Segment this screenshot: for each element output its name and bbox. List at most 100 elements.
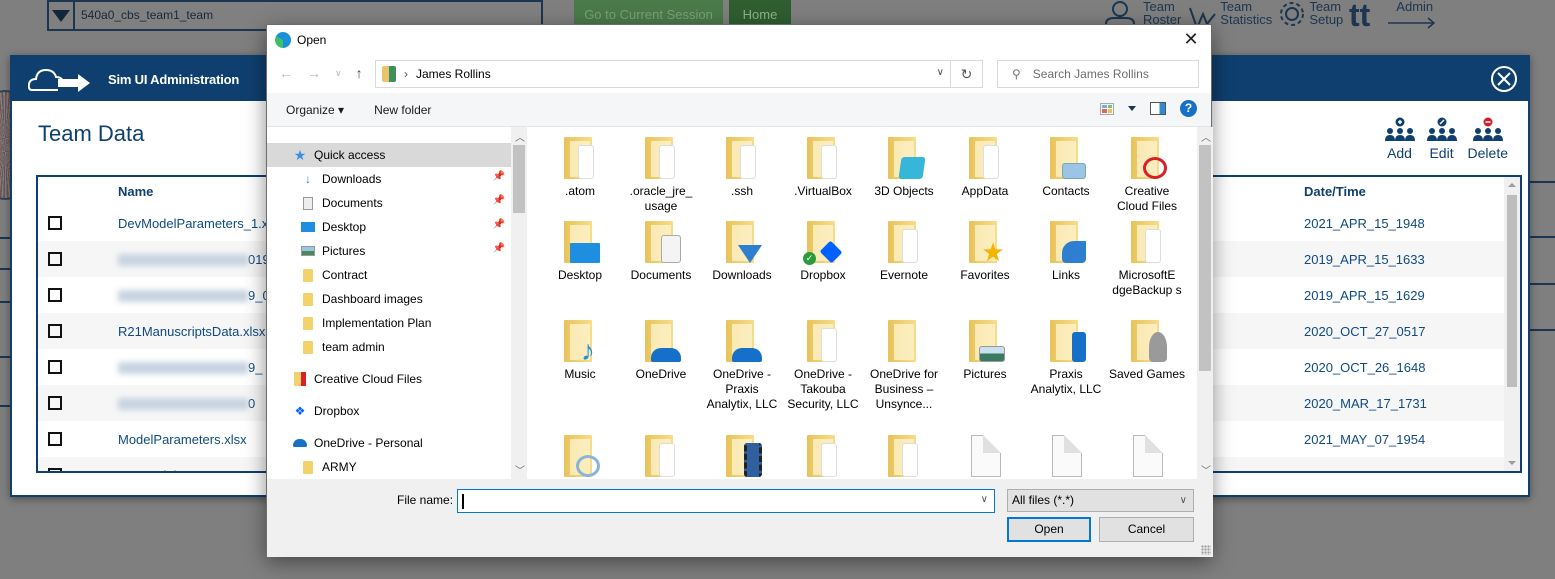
nav-pane-item[interactable]: Desktop 📌 bbox=[267, 215, 511, 239]
view-options-dropdown-icon[interactable] bbox=[1128, 106, 1136, 111]
nav-pane-label: Desktop bbox=[322, 220, 367, 234]
folder-item[interactable] bbox=[865, 435, 943, 477]
folder-item[interactable]: .VirtualBox bbox=[784, 137, 862, 199]
nav-pane-item[interactable]: Implementation Plan bbox=[267, 311, 511, 335]
nav-pane-label: Dropbox bbox=[314, 404, 360, 418]
row-checkbox[interactable] bbox=[48, 288, 62, 302]
folder-item[interactable]: Evernote bbox=[865, 221, 943, 283]
folder-item[interactable]: ♪ Music bbox=[541, 320, 619, 382]
nav-label: Statistics bbox=[1220, 12, 1273, 27]
nav-pane-item[interactable]: Documents 📌 bbox=[267, 191, 511, 215]
row-date: 2019_APR_15_1633 bbox=[1304, 251, 1425, 267]
file-item[interactable] bbox=[1108, 435, 1186, 477]
row-checkbox[interactable] bbox=[48, 468, 62, 471]
folder-item[interactable]: MicrosoftE dgeBackup s bbox=[1108, 221, 1186, 298]
file-grid-scrollbar[interactable]: ︿ ﹀ bbox=[1197, 127, 1213, 479]
folder-icon bbox=[722, 320, 762, 364]
resize-grip[interactable] bbox=[1201, 545, 1211, 555]
column-header-date[interactable]: Date/Time bbox=[1304, 184, 1366, 199]
dropdown-arrow-icon[interactable] bbox=[49, 2, 75, 29]
nav-pane-item[interactable]: ARMY bbox=[267, 455, 511, 479]
row-checkbox[interactable] bbox=[48, 324, 62, 338]
close-circle-icon[interactable] bbox=[1490, 65, 1518, 93]
row-checkbox[interactable] bbox=[48, 360, 62, 374]
folder-icon bbox=[1127, 320, 1167, 364]
new-folder-button[interactable]: New folder bbox=[374, 103, 431, 117]
folder-item[interactable]: Saved Games bbox=[1108, 320, 1186, 382]
nav-pane-item[interactable]: Dashboard images bbox=[267, 287, 511, 311]
file-item[interactable] bbox=[946, 435, 1024, 477]
organize-button[interactable]: Organize ▾ bbox=[286, 103, 344, 117]
folder-item[interactable]: AppData bbox=[946, 137, 1024, 199]
recent-locations-chevron-icon[interactable]: ∨ bbox=[335, 68, 342, 81]
search-box[interactable]: ⚲ Search James Rollins bbox=[997, 60, 1199, 88]
folder-item[interactable]: ✓ Dropbox bbox=[784, 221, 862, 283]
folder-item[interactable]: .atom bbox=[541, 137, 619, 199]
nav-pane-item[interactable]: team admin bbox=[267, 335, 511, 359]
change-view-icon[interactable] bbox=[1100, 102, 1114, 115]
forward-arrow-icon[interactable]: → bbox=[307, 65, 321, 81]
folder-item[interactable]: Documents bbox=[622, 221, 700, 283]
table-scrollbar[interactable] bbox=[1504, 177, 1520, 471]
contact-card-icon bbox=[1062, 163, 1086, 179]
file-name-input[interactable]: ∨ bbox=[457, 489, 995, 513]
back-arrow-icon[interactable]: ← bbox=[279, 65, 293, 81]
row-checkbox[interactable] bbox=[48, 432, 62, 446]
file-name-dropdown-icon[interactable]: ∨ bbox=[981, 494, 988, 505]
cancel-button[interactable]: Cancel bbox=[1099, 517, 1194, 542]
dialog-close-button[interactable]: ✕ bbox=[1179, 29, 1203, 50]
folder-item[interactable]: Praxis Analytix, LLC bbox=[1027, 320, 1105, 397]
row-checkbox[interactable] bbox=[48, 216, 62, 230]
folder-item[interactable]: .oracle_jre_ usage bbox=[622, 137, 700, 214]
folder-item[interactable]: ★ Favorites bbox=[946, 221, 1024, 283]
nav-pane-item[interactable]: Pictures 📌 bbox=[267, 239, 511, 263]
nav-pane-label: Dashboard images bbox=[322, 292, 423, 306]
folder-item[interactable]: Pictures bbox=[946, 320, 1024, 382]
folder-item[interactable] bbox=[703, 435, 781, 477]
folder-item[interactable]: Creative Cloud Files bbox=[1108, 137, 1186, 214]
folder-item[interactable]: Contacts bbox=[1027, 137, 1105, 199]
address-path[interactable]: James Rollins bbox=[416, 67, 491, 81]
star-icon: ★ bbox=[981, 237, 1005, 267]
folder-item[interactable]: Downloads bbox=[703, 221, 781, 283]
preview-pane-icon[interactable] bbox=[1150, 102, 1166, 115]
folder-item[interactable]: Links bbox=[1027, 221, 1105, 283]
folder-item[interactable]: OneDrive bbox=[622, 320, 700, 382]
nav-pane-item[interactable]: OneDrive - Personal bbox=[267, 431, 511, 455]
edit-team-button[interactable]: Edit bbox=[1426, 117, 1458, 161]
folder-item[interactable]: OneDrive for Business – Unsynce... bbox=[865, 320, 943, 412]
folder-item[interactable]: OneDrive - Praxis Analytix, LLC bbox=[703, 320, 781, 412]
folder-item[interactable] bbox=[541, 435, 619, 477]
nav-pane-item[interactable]: Contract bbox=[267, 263, 511, 287]
row-checkbox[interactable] bbox=[48, 396, 62, 410]
nav-pane-item[interactable]: ❖ Dropbox bbox=[267, 399, 511, 423]
nav-pane-item[interactable]: Creative Cloud Files bbox=[267, 367, 511, 391]
folder-item[interactable]: Desktop bbox=[541, 221, 619, 283]
folder-item[interactable]: .ssh bbox=[703, 137, 781, 199]
user-folder-icon bbox=[382, 66, 396, 82]
nav-pane-item[interactable]: ★ Quick access bbox=[267, 143, 511, 167]
cube-icon bbox=[898, 157, 926, 179]
file-item[interactable] bbox=[1027, 435, 1105, 477]
folder-item[interactable] bbox=[784, 435, 862, 477]
folder-item[interactable]: OneDrive - Takouba Security, LLC bbox=[784, 320, 862, 412]
row-checkbox[interactable] bbox=[48, 252, 62, 266]
address-bar[interactable]: › James Rollins ∨ ↻ bbox=[375, 60, 983, 88]
refresh-icon[interactable]: ↻ bbox=[950, 61, 982, 87]
delete-team-button[interactable]: Delete bbox=[1468, 117, 1508, 161]
nav-pane-item[interactable]: ↓ Downloads 📌 bbox=[267, 167, 511, 191]
address-dropdown-icon[interactable]: ∨ bbox=[937, 67, 944, 78]
up-arrow-icon[interactable]: ↑ bbox=[356, 65, 363, 81]
nav-team-setup[interactable]: Team Setup bbox=[1278, 0, 1343, 30]
open-button[interactable]: Open bbox=[1007, 517, 1091, 542]
dialog-titlebar: Open bbox=[267, 25, 1211, 55]
file-type-select[interactable]: All files (*.*) ∨ bbox=[1007, 489, 1194, 512]
folder-item[interactable] bbox=[622, 435, 700, 477]
navigation-pane-scrollbar[interactable]: ︿ ﹀ bbox=[511, 127, 527, 479]
nav-admin[interactable]: tt Admin bbox=[1349, 0, 1436, 30]
chess-pawn-icon bbox=[1149, 332, 1167, 362]
row-date: 2021_MAY_07_1954 bbox=[1304, 431, 1426, 447]
help-icon[interactable]: ? bbox=[1180, 100, 1197, 117]
add-team-button[interactable]: Add bbox=[1384, 117, 1416, 161]
folder-item[interactable]: 3D Objects bbox=[865, 137, 943, 199]
